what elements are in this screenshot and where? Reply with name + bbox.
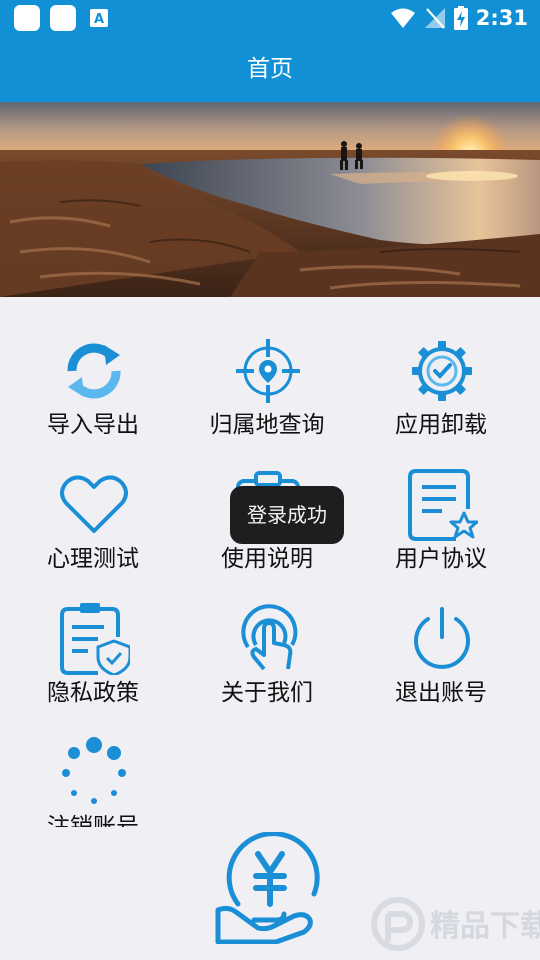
sync-arrows-icon xyxy=(67,343,121,399)
grid-item-label: 关于我们 xyxy=(221,680,313,706)
battery-charging-icon xyxy=(453,6,468,30)
notification-icon xyxy=(50,5,76,31)
watermark-logo: 精品下载 xyxy=(371,897,540,951)
location-target-icon xyxy=(236,339,300,403)
svg-text:精品下载: 精品下载 xyxy=(430,909,540,944)
grid-item-logout[interactable]: 退出账号 xyxy=(351,565,531,706)
tap-finger-icon xyxy=(241,604,298,671)
hand-yen-coin-icon[interactable] xyxy=(214,832,326,944)
toast-message: 登录成功 xyxy=(230,486,344,544)
grid-item-privacy-policy[interactable]: 隐私政策 xyxy=(3,565,183,706)
status-bar: A 2:31 xyxy=(0,0,540,36)
document-shield-icon xyxy=(60,603,130,675)
grid-item-label: 注销账号 xyxy=(47,814,139,827)
signal-off-icon xyxy=(424,8,445,29)
grid-item-user-agreement[interactable]: 用户协议 xyxy=(351,431,531,572)
clock: 2:31 xyxy=(475,6,528,30)
grid-item-location-lookup[interactable]: 归属地查询 xyxy=(177,297,357,438)
grid-item-label: 退出账号 xyxy=(395,680,487,706)
grid-item-import-export[interactable]: 导入导出 xyxy=(3,297,183,438)
banner-image[interactable] xyxy=(0,102,540,297)
grid-item-delete-account[interactable]: 注销账号 xyxy=(3,699,183,827)
grid-item-psych-test[interactable]: 心理测试 xyxy=(3,431,183,572)
grid-item-about-us[interactable]: 关于我们 xyxy=(177,565,357,706)
grid-item-app-uninstall[interactable]: 应用卸载 xyxy=(351,297,531,438)
feature-grid: 导入导出 归属地查询 应用卸载 心理测试 使用说明 用户协议 隐私政策 关于我们… xyxy=(0,297,540,827)
accessibility-a-icon: A xyxy=(90,9,108,27)
page-title: 首页 xyxy=(0,36,540,102)
power-icon xyxy=(414,607,470,669)
gear-check-icon xyxy=(412,341,472,401)
notification-icon xyxy=(14,5,40,31)
loading-dots-icon xyxy=(62,737,126,804)
wifi-icon xyxy=(390,8,415,28)
document-star-icon xyxy=(408,469,478,541)
heart-icon xyxy=(60,475,128,533)
svg-text:A: A xyxy=(94,12,104,27)
